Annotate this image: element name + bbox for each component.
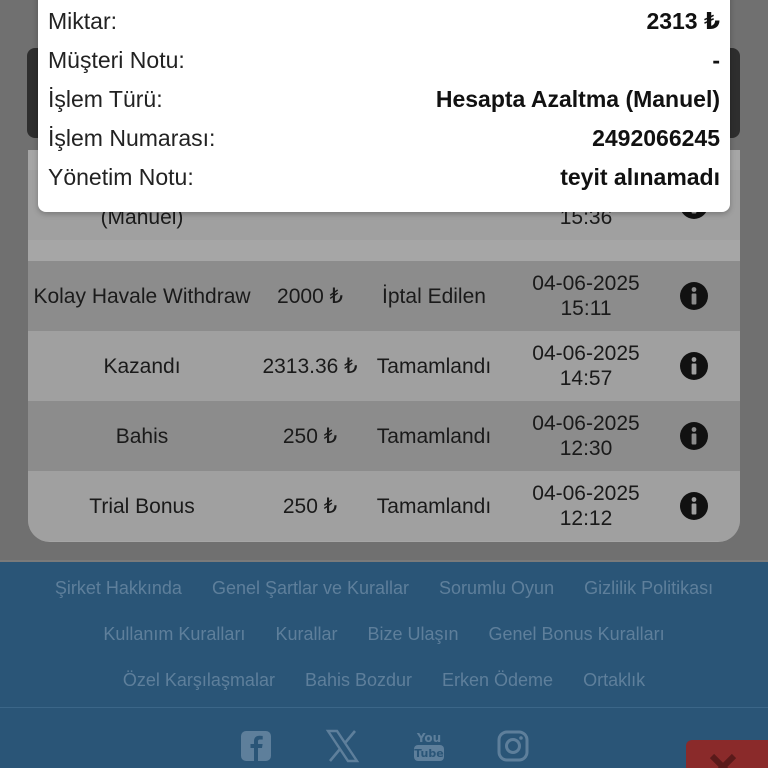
transaction-date: 04-06-2025 <box>532 272 640 295</box>
transaction-type: Kolay Havale Withdraw <box>33 284 251 308</box>
detail-row-customer-note: Müşteri Notu: - <box>48 47 720 74</box>
close-chat-button[interactable] <box>686 740 768 768</box>
detail-row-transaction-type: İşlem Türü: Hesapta Azaltma (Manuel) <box>48 86 720 113</box>
transaction-datetime: 04-06-2025 15:11 <box>504 271 648 321</box>
transaction-date: 04-06-2025 <box>532 412 640 435</box>
facebook-icon[interactable] <box>238 728 274 764</box>
transaction-status: Tamamlandı <box>376 424 492 448</box>
transaction-date: 04-06-2025 <box>532 482 640 505</box>
info-button[interactable] <box>648 421 740 451</box>
transaction-time: 15:11 <box>560 297 612 320</box>
transaction-type: Trial Bonus <box>89 494 195 518</box>
svg-text:You: You <box>416 731 441 745</box>
footer-link-terms[interactable]: Genel Şartlar ve Kurallar <box>212 578 409 599</box>
transaction-type: Kazandı <box>103 354 181 378</box>
transaction-datetime: 04-06-2025 12:30 <box>504 411 648 461</box>
info-icon <box>680 492 708 520</box>
transaction-time: 12:12 <box>559 507 613 530</box>
detail-label: İşlem Numarası: <box>48 125 216 151</box>
svg-text:Tube: Tube <box>414 747 443 760</box>
transaction-type: Bahis <box>115 424 169 448</box>
info-icon <box>680 352 708 380</box>
footer-link-row: Kullanım Kuralları Kurallar Bize Ulaşın … <box>0 624 768 645</box>
detail-label: Miktar: <box>48 8 117 34</box>
detail-row-amount: Miktar: 2313 ₺ <box>48 8 720 35</box>
detail-value: 2313 ₺ <box>646 8 720 34</box>
transaction-time: 14:57 <box>559 367 613 390</box>
transaction-datetime: 04-06-2025 14:57 <box>504 341 648 391</box>
transaction-amount: 2313.36 ₺ <box>262 354 358 378</box>
footer-links: Şirket Hakkında Genel Şartlar ve Kuralla… <box>0 562 768 708</box>
footer-link-bonus-rules[interactable]: Genel Bonus Kuralları <box>489 624 665 645</box>
info-icon <box>680 282 708 310</box>
table-row: Kazandı 2313.36 ₺ Tamamlandı 04-06-2025 … <box>28 331 740 401</box>
detail-value: - <box>712 47 720 73</box>
site-footer: Şirket Hakkında Genel Şartlar ve Kuralla… <box>0 562 768 768</box>
footer-link-responsible[interactable]: Sorumlu Oyun <box>439 578 554 599</box>
table-row: Bahis 250 ₺ Tamamlandı 04-06-2025 12:30 <box>28 401 740 471</box>
footer-link-cashout[interactable]: Bahis Bozdur <box>305 670 412 691</box>
transaction-detail-popup: Miktar: 2313 ₺ Müşteri Notu: - İşlem Tür… <box>38 0 730 212</box>
info-icon <box>680 422 708 450</box>
footer-link-privacy[interactable]: Gizlilik Politikası <box>584 578 713 599</box>
transaction-time: 12:30 <box>559 437 613 460</box>
transaction-date: 04-06-2025 <box>532 342 640 365</box>
transaction-status: Tamamlandı <box>376 354 492 378</box>
transaction-status: Tamamlandı <box>376 494 492 518</box>
table-row: Trial Bonus 250 ₺ Tamamlandı 04-06-2025 … <box>28 471 740 541</box>
transaction-status: İptal Edilen <box>382 284 486 308</box>
detail-label: İşlem Türü: <box>48 86 163 112</box>
transaction-amount: 250 ₺ <box>282 424 338 448</box>
transaction-amount: 250 ₺ <box>282 494 338 518</box>
detail-value: 2492066245 <box>592 125 720 151</box>
footer-link-affiliate[interactable]: Ortaklık <box>583 670 645 691</box>
footer-link-row: Şirket Hakkında Genel Şartlar ve Kuralla… <box>0 578 768 599</box>
info-button[interactable] <box>648 351 740 381</box>
detail-value: Hesapta Azaltma (Manuel) <box>435 86 720 112</box>
detail-label: Müşteri Notu: <box>48 47 185 73</box>
footer-link-about[interactable]: Şirket Hakkında <box>55 578 182 599</box>
detail-row-transaction-number: İşlem Numarası: 2492066245 <box>48 125 720 152</box>
info-button[interactable] <box>648 491 740 521</box>
footer-link-usage-rules[interactable]: Kullanım Kuralları <box>103 624 245 645</box>
footer-link-contact[interactable]: Bize Ulaşın <box>367 624 458 645</box>
x-icon[interactable] <box>324 728 360 764</box>
transaction-amount: 2000 ₺ <box>277 284 343 308</box>
footer-link-row: Özel Karşılaşmalar Bahis Bozdur Erken Öd… <box>0 670 768 691</box>
footer-link-early-payout[interactable]: Erken Ödeme <box>442 670 553 691</box>
footer-divider <box>0 707 768 708</box>
detail-value: teyit alınamadı <box>560 164 720 190</box>
footer-link-special-matches[interactable]: Özel Karşılaşmalar <box>123 670 275 691</box>
youtube-icon[interactable]: You Tube <box>411 728 447 764</box>
detail-label: Yönetim Notu: <box>48 164 194 190</box>
close-icon <box>709 753 737 768</box>
instagram-icon[interactable] <box>495 728 531 764</box>
table-row: Kolay Havale Withdraw 2000 ₺ İptal Edile… <box>28 261 740 331</box>
transaction-datetime: 04-06-2025 12:12 <box>504 481 648 531</box>
detail-row-admin-note: Yönetim Notu: teyit alınamadı <box>48 164 720 191</box>
footer-link-rules[interactable]: Kurallar <box>275 624 337 645</box>
info-button[interactable] <box>648 281 740 311</box>
